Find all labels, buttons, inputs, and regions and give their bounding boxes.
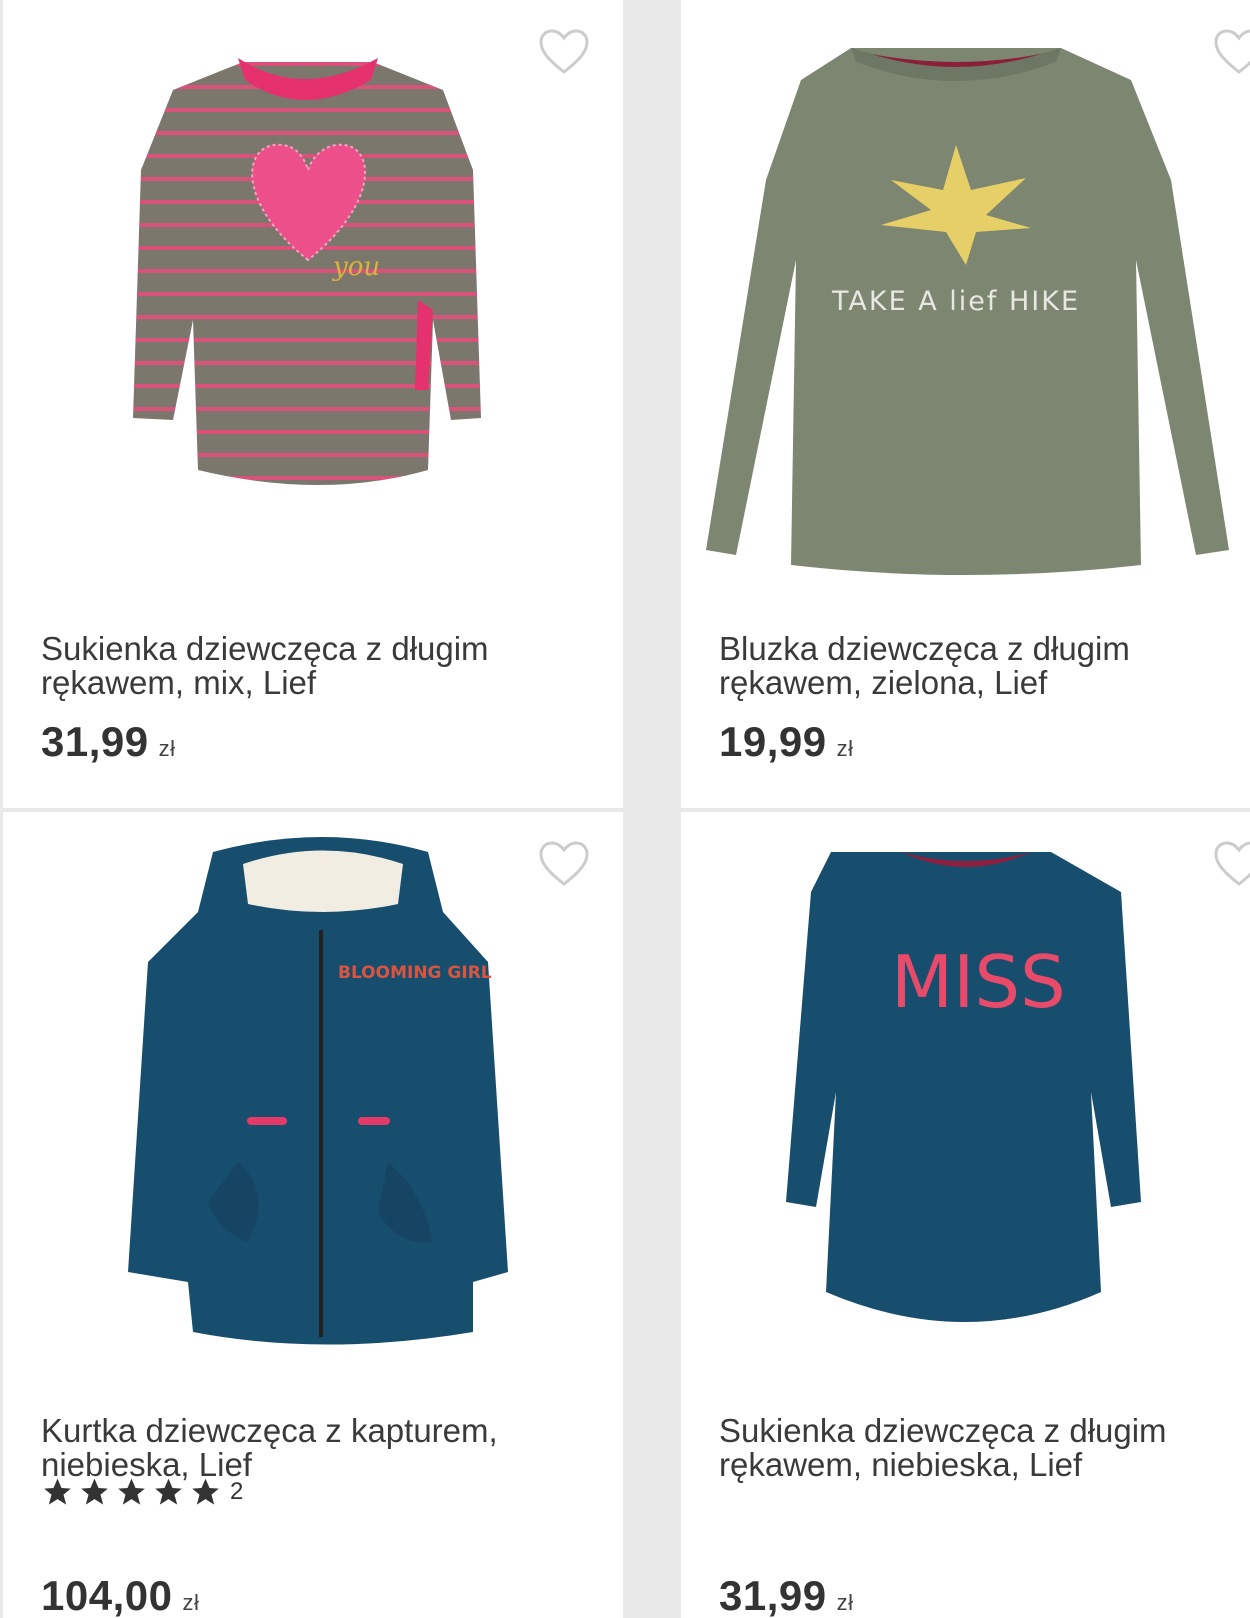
product-title-line1[interactable]: Bluzka dziewczęca z długim bbox=[719, 632, 1239, 666]
miss-print-text: MISS bbox=[891, 940, 1066, 1024]
product-title[interactable]: Kurtka dziewczęca z kapturem, niebieska,… bbox=[41, 1414, 561, 1482]
product-card[interactable]: BLOOMING GIRL Kurtka dziewczęca z kaptur… bbox=[3, 812, 623, 1618]
price-value: 31,99 bbox=[41, 718, 149, 765]
striped-dress-illustration: you bbox=[133, 58, 481, 485]
rating-count: 2 bbox=[230, 1478, 244, 1505]
wishlist-heart-icon[interactable] bbox=[538, 28, 590, 76]
product-title[interactable]: Bluzka dziewczęca z długim rękawem, ziel… bbox=[719, 632, 1239, 700]
star-icon bbox=[44, 1478, 71, 1505]
star-icon bbox=[118, 1478, 145, 1505]
product-card[interactable]: MISS Sukienka dziewczęca z długim rękawe… bbox=[681, 812, 1250, 1618]
product-title-line2[interactable]: rękawem, niebieska, Lief bbox=[719, 1448, 1239, 1482]
product-price: 31,99 zł bbox=[41, 718, 176, 766]
product-card[interactable]: TAKE A lief HIKE Bluzka dziewczęca z dłu… bbox=[681, 0, 1250, 808]
wishlist-heart-icon[interactable] bbox=[1213, 840, 1250, 888]
product-title-line1[interactable]: Kurtka dziewczęca z kapturem, bbox=[41, 1414, 561, 1448]
wishlist-heart-icon[interactable] bbox=[1213, 28, 1250, 76]
product-title-line1[interactable]: Sukienka dziewczęca z długim bbox=[719, 1414, 1239, 1448]
hike-print-text: TAKE A lief HIKE bbox=[831, 286, 1080, 317]
you-print-text: you bbox=[332, 252, 380, 282]
green-blouse-illustration: TAKE A lief HIKE bbox=[706, 48, 1229, 575]
rating[interactable]: 2 bbox=[41, 1476, 243, 1508]
product-price: 19,99 zł bbox=[719, 718, 854, 766]
product-price: 31,99 zł bbox=[719, 1572, 854, 1618]
star-icon bbox=[155, 1478, 182, 1505]
product-title-line2[interactable]: rękawem, zielona, Lief bbox=[719, 666, 1239, 700]
product-title-line1[interactable]: Sukienka dziewczęca z długim bbox=[41, 632, 561, 666]
product-title-line2[interactable]: rękawem, mix, Lief bbox=[41, 666, 561, 700]
product-title[interactable]: Sukienka dziewczęca z długim rękawem, ni… bbox=[719, 1414, 1239, 1482]
product-title[interactable]: Sukienka dziewczęca z długim rękawem, mi… bbox=[41, 632, 561, 700]
hooded-jacket-illustration: BLOOMING GIRL bbox=[128, 837, 508, 1345]
navy-dress-illustration: MISS bbox=[786, 852, 1141, 1322]
wishlist-heart-icon[interactable] bbox=[538, 840, 590, 888]
product-image[interactable]: TAKE A lief HIKE bbox=[681, 0, 1250, 600]
product-card[interactable]: you Sukienka dziewczęca z długim rękawem… bbox=[3, 0, 623, 808]
product-price: 104,00 zł bbox=[41, 1572, 199, 1618]
star-icon bbox=[81, 1478, 108, 1505]
product-image[interactable]: MISS bbox=[681, 812, 1250, 1412]
price-currency: zł bbox=[836, 1590, 854, 1615]
product-image[interactable]: you bbox=[3, 0, 623, 600]
jacket-print-text: BLOOMING GIRL bbox=[338, 963, 492, 983]
star-icon bbox=[192, 1478, 219, 1505]
product-grid: you Sukienka dziewczęca z długim rękawem… bbox=[0, 0, 1250, 1618]
price-value: 104,00 bbox=[41, 1572, 173, 1618]
price-value: 19,99 bbox=[719, 718, 827, 765]
price-value: 31,99 bbox=[719, 1572, 827, 1618]
product-image[interactable]: BLOOMING GIRL bbox=[3, 812, 623, 1412]
price-currency: zł bbox=[836, 736, 854, 761]
price-currency: zł bbox=[158, 736, 176, 761]
price-currency: zł bbox=[182, 1590, 200, 1615]
